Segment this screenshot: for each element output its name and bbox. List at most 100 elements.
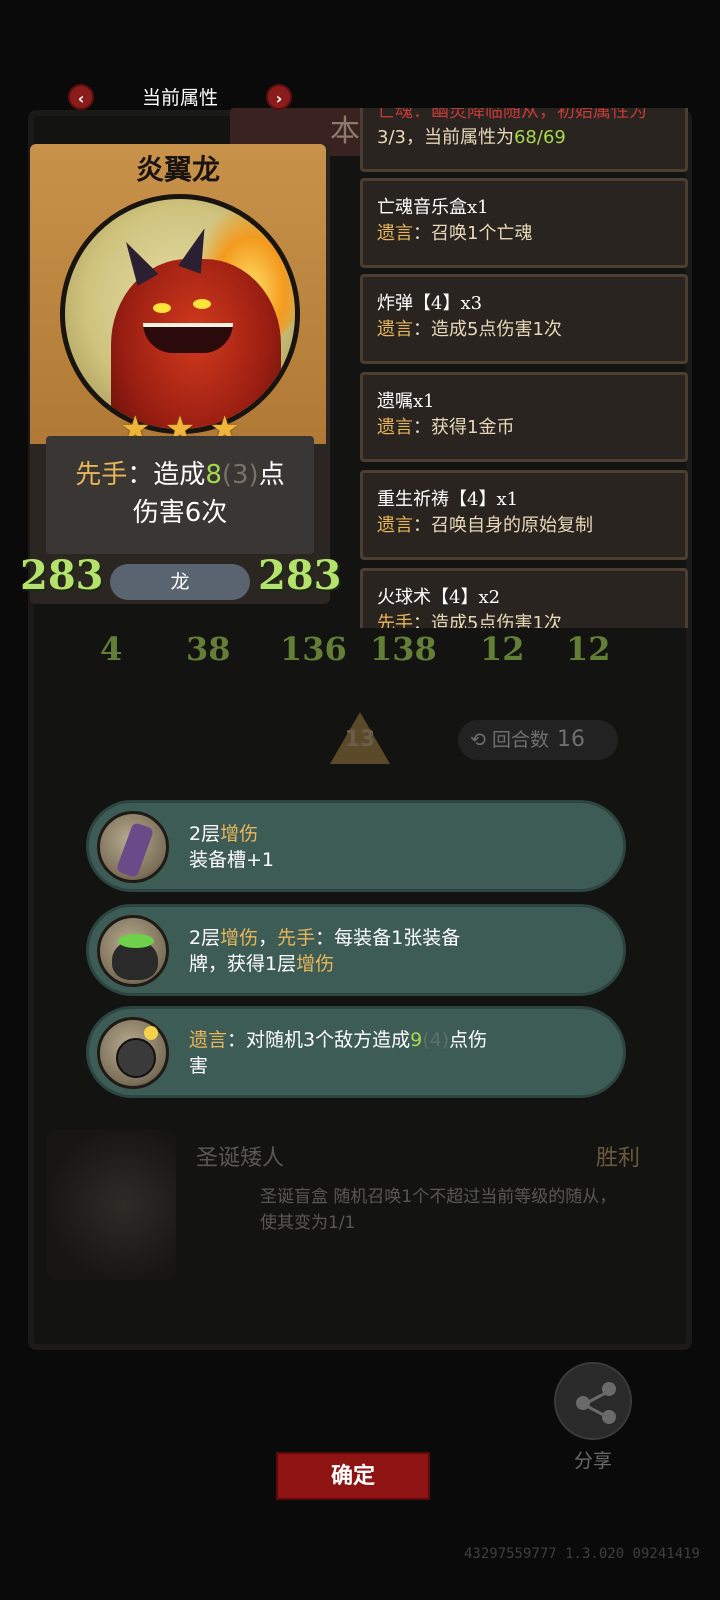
effect-item: 炸弹【4】x3 遗言：造成5点伤害1次 [360,274,688,364]
buff-value: 9 [410,1029,423,1051]
effect-item: 亡魂：幽灵降临随从，初始属性为 3/3，当前属性为68/69 [360,108,688,172]
bomb-shape [116,1038,156,1078]
unit-2-health: 138 [370,630,437,668]
cauldron-icon [97,915,169,987]
refresh-icon: ⟲ [470,729,492,751]
effect-item: 亡魂音乐盒x1 遗言：召唤1个亡魂 [360,178,688,268]
effect-desc: 遗言：召唤自身的原始复制 [377,513,685,539]
rounds-counter: ⟲ 回合数 16 [458,720,618,760]
buff-text: 遗言：对随机3个敌方造成9(4)点伤 害 [189,1027,519,1079]
effect-desc: 遗言：造成5点伤害1次 [377,317,685,343]
effect-title: 遗嘱x1 [377,391,435,412]
brew-shape [118,934,154,948]
effect-desc-text: ：造成5点伤害1次 [413,319,562,340]
buff-desc: ：每装备1张装备 [315,927,461,949]
unit-1-attack: 4 [100,630,123,668]
next-arrow-button[interactable]: › [266,84,292,110]
ability-post: 点 [258,460,285,490]
buff-pill: 2层增伤 装备槽+1 [86,800,626,892]
header-title: 当前属性 [141,87,218,109]
fuse-spark-shape [144,1026,158,1040]
effect-desc-text: ：召唤自身的原始复制 [413,515,593,536]
unit-2-attack: 136 [280,630,347,668]
effect-keyword: 先手 [377,613,413,628]
buff-line2: 装备槽+1 [189,849,275,871]
build-info: 43297559777 1.3.020 09241419 [463,1546,700,1562]
ability-base-value: (3) [221,460,259,490]
unit-3-health: 12 [566,630,611,668]
effect-keyword: 遗言 [377,223,413,244]
buff-keyword: 增伤 [220,823,259,845]
rounds-label: 回合数 [491,729,549,751]
ability-pre: 造成 [153,460,206,490]
board-units-row: 4 38 136 138 12 12 [100,630,620,700]
effect-item: 火球术【4】x2 先手：造成5点伤害1次 [360,568,688,628]
card-tribe: 龙 [110,564,250,600]
dragon-portrait [60,194,300,434]
rounds-value: 16 [556,727,585,752]
bomb-icon [97,1017,169,1089]
buff-layers: 2层 [189,927,221,949]
opponent-info: 圣诞矮人 胜利 圣诞盲盒 随机召唤1个不超过当前等级的随从，使其变为1/1 [80,1140,640,1280]
share-icon-dot [576,1396,590,1410]
effect-keyword: 遗言 [377,319,413,340]
effect-desc-text: ：获得1金币 [413,417,515,438]
eye-right-art [193,299,211,309]
effect-desc: 遗言：获得1金币 [377,415,685,441]
share-label[interactable]: 分享 [554,1446,632,1473]
buff-pill: 遗言：对随机3个敌方造成9(4)点伤 害 [86,1006,626,1098]
effect-desc-value: 68/69 [513,127,566,148]
effect-desc: 3/3，当前属性为68/69 [377,125,685,151]
share-icon-dot [602,1382,616,1396]
buff-keyword: 遗言 [189,1029,228,1051]
confirm-button[interactable]: 确定 [276,1452,430,1500]
buff-desc: ：对随机3个敌方造成 [227,1029,411,1051]
attributes-header: ‹ 当前属性 › [66,84,296,116]
eye-left-art [153,303,171,313]
effect-title: 炸弹【4】x3 [377,293,483,314]
unit-card: 炎翼龙 ★ ★ ★ 先手：造成8(3)点 伤害6次 283 龙 283 [20,144,342,604]
effect-desc: 先手：造成5点伤害1次 [377,611,685,628]
buff-keyword: 增伤 [220,927,259,949]
effect-title: 火球术【4】x2 [377,587,501,608]
opponent-name: 圣诞矮人 [196,1146,285,1171]
unit-1-health: 38 [186,630,231,668]
buff-desc-end: 点伤 [449,1029,488,1051]
effect-keyword: 遗言 [377,515,413,536]
opponent-desc: 圣诞盲盒 随机召唤1个不超过当前等级的随从，使其变为1/1 [260,1184,620,1236]
effect-desc: 遗言：召唤1个亡魂 [377,221,685,247]
ability-keyword: 先手 [75,460,128,490]
share-button[interactable] [554,1362,632,1440]
opponent-desc-title: 圣诞盲盒 [260,1187,328,1207]
effect-keyword: 遗言 [377,417,413,438]
buff-line2: 害 [189,1055,209,1077]
ability-text: 先手：造成8(3)点 伤害6次 [46,436,314,554]
result-label: 胜利 [595,1146,640,1171]
buff-keyword-2: 先手 [277,927,316,949]
effect-item: 重生祈祷【4】x1 遗言：召唤自身的原始复制 [360,470,688,560]
card-health: 283 [258,552,342,599]
buff-keyword-3: 增伤 [296,953,335,975]
effect-title: 重生祈祷【4】x1 [377,489,519,510]
ability-value: 8 [205,460,222,490]
effects-list[interactable]: 亡魂：幽灵降临随从，初始属性为 3/3，当前属性为68/69 亡魂音乐盒x1 遗… [356,108,690,628]
card-name: 炎翼龙 [135,153,220,186]
buff-text: 2层增伤，先手：每装备1张装备 牌，获得1层增伤 [189,925,499,977]
effect-title: 亡魂音乐盒x1 [377,197,489,218]
effect-title: 亡魂：幽灵降临随从，初始属性为 [377,108,647,122]
buff-base-value: (4) [422,1029,450,1051]
gauntlet-icon [97,811,169,883]
effect-desc-text: ：召唤1个亡魂 [413,223,533,244]
buff-text: 2层增伤 装备槽+1 [189,821,519,873]
gauntlet-shape [115,821,155,879]
level-badge: 13 [330,712,390,768]
share-icon-dot [602,1410,616,1424]
buff-sep: ， [258,927,278,949]
effect-item: 遗嘱x1 遗言：获得1金币 [360,372,688,462]
effect-desc-text: ：造成5点伤害1次 [413,613,562,628]
ability-colon: ： [127,460,154,490]
prev-arrow-button[interactable]: ‹ [68,84,94,110]
level-value: 13 [344,727,376,752]
buff-pill: 2层增伤，先手：每装备1张装备 牌，获得1层增伤 [86,904,626,996]
effect-desc-text: 3/3，当前属性为 [377,127,514,148]
